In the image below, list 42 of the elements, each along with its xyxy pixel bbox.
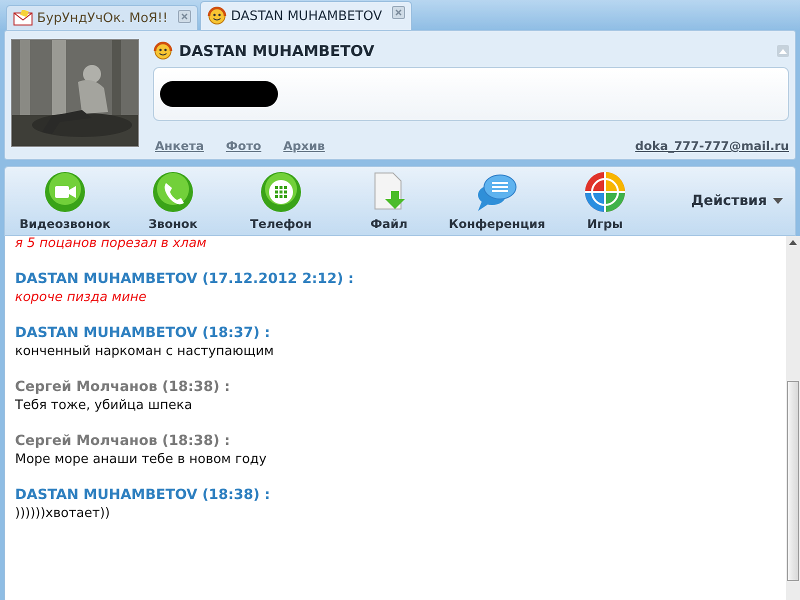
message-text: ))))))хвотает)) [15, 506, 111, 521]
toolbar-button[interactable]: Видеозвонок [11, 171, 119, 231]
toolbar-button[interactable]: Конференция [443, 171, 551, 231]
message-header: DASTAN MUHAMBETOV (17.12.2012 2:12) : [15, 271, 355, 287]
message-text: короче пизда мине [15, 290, 148, 305]
message-header: DASTAN MUHAMBETOV (18:38) : [15, 487, 272, 503]
profile-link[interactable]: Анкета [155, 139, 204, 153]
message-header: DASTAN MUHAMBETOV (18:37) : [15, 325, 272, 341]
video-camera-icon [44, 171, 86, 213]
smiley-icon [153, 41, 173, 61]
actions-menu[interactable]: Действия [685, 192, 789, 210]
tab-label: БурУндУчОк. МоЯ!! [37, 10, 168, 26]
message-text: Тебя тоже, убийца шпека [15, 398, 194, 413]
chat-tab[interactable]: DASTAN MUHAMBETOV [200, 1, 412, 30]
message-text: Море море анаши тебе в новом году [15, 452, 268, 467]
toolbar-button[interactable]: Звонок [119, 171, 227, 231]
scroll-up-icon[interactable] [789, 240, 797, 245]
globe-icon [584, 171, 626, 213]
tab-label: DASTAN MUHAMBETOV [230, 8, 382, 24]
contact-name: DASTAN MUHAMBETOV [179, 42, 376, 60]
scroll-thumb[interactable] [787, 381, 799, 581]
message-header: Сергей Молчанов (18:38) : [15, 433, 232, 449]
profile-link[interactable]: Фото [226, 139, 262, 153]
caret-icon [773, 198, 783, 204]
toolbar-button[interactable]: Файл [335, 171, 443, 231]
close-icon[interactable] [178, 10, 191, 23]
profile-link[interactable]: Архив [283, 139, 325, 153]
message-text: конченный наркоман с наступающим [15, 344, 275, 359]
message-text: я 5 поцанов порезал в хлам [15, 236, 208, 251]
chat-tab[interactable]: БурУндУчОк. МоЯ!! [6, 5, 198, 30]
toolbar-button[interactable]: Телефон [227, 171, 335, 231]
caret-icon [779, 48, 787, 54]
envelope-icon [13, 10, 33, 26]
message-header: Сергей Молчанов (18:38) : [15, 379, 232, 395]
close-icon[interactable] [392, 6, 406, 19]
smiley-icon [206, 6, 227, 26]
toolbar-button[interactable]: Игры [551, 171, 659, 231]
email-link[interactable]: doka_777-777@mail.ru [635, 139, 789, 153]
phone-icon [152, 171, 194, 213]
telephone-icon [260, 171, 302, 213]
collapse-button[interactable] [777, 45, 789, 57]
scrollbar[interactable] [786, 236, 800, 600]
